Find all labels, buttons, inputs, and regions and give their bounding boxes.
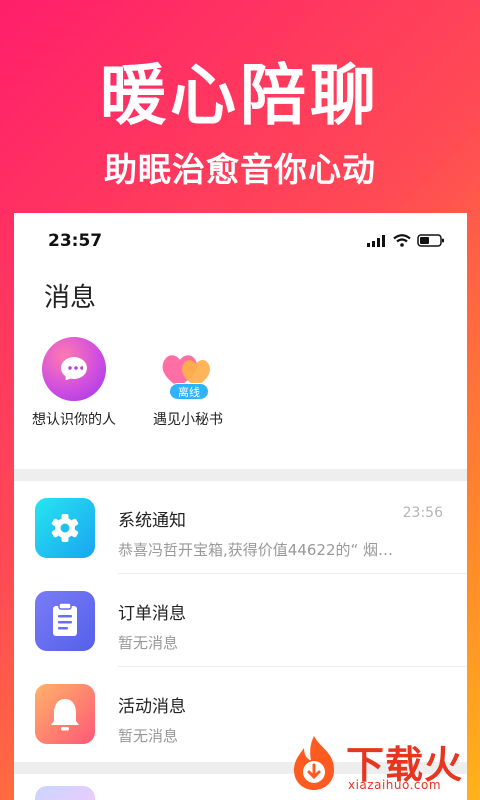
quick-action-label: 想认识你的人 [32,412,116,428]
offline-badge: 离线 [169,383,209,400]
quick-action-secretary[interactable]: 离线 遇见小秘书 [128,337,248,429]
watermark-logo: 下载火 xiazaihuo.com [284,732,474,794]
signal-icon [367,234,385,247]
message-row-system[interactable]: 系统通知 23:56 恭喜冯哲开宝箱,获得价值44622的“ 烟… [14,481,467,574]
avatar [35,786,95,800]
flame-icon [294,736,334,790]
message-preview: 恭喜冯哲开宝箱,获得价值44622的“ 烟… [118,541,394,559]
section-divider [14,469,467,481]
watermark-url: xiazaihuo.com [348,778,442,792]
quick-action-want-to-know[interactable]: 想认识你的人 [14,337,134,429]
status-icons [367,234,445,247]
message-preview: 暂无消息 [118,634,179,652]
promo-subtitle: 助眠治愈音你心动 [104,150,376,189]
chat-bubble-icon [42,337,106,401]
message-title: 活动消息 [118,697,186,717]
status-time: 23:57 [48,231,103,251]
promo-title: 暖心陪聊 [100,57,380,134]
message-row-order[interactable]: 订单消息 暂无消息 [14,574,467,667]
bell-icon [35,684,95,744]
message-title: 系统通知 [118,511,186,531]
battery-icon [417,234,444,247]
phone-screen: 23:57 消息 想认识你的人 离线 遇见小秘书 系统通知 23:56 恭喜冯哲… [14,213,467,800]
message-list: 系统通知 23:56 恭喜冯哲开宝箱,获得价值44622的“ 烟… 订单消息 暂… [14,481,467,760]
message-title: 订单消息 [118,604,186,624]
hearts-icon: 离线 [156,337,220,401]
gear-icon [35,498,95,558]
message-time: 23:56 [402,505,443,521]
clipboard-icon [35,591,95,651]
wifi-icon [393,234,411,247]
quick-action-label: 遇见小秘书 [153,412,223,428]
status-bar: 23:57 [14,213,467,273]
page-title: 消息 [44,283,97,313]
